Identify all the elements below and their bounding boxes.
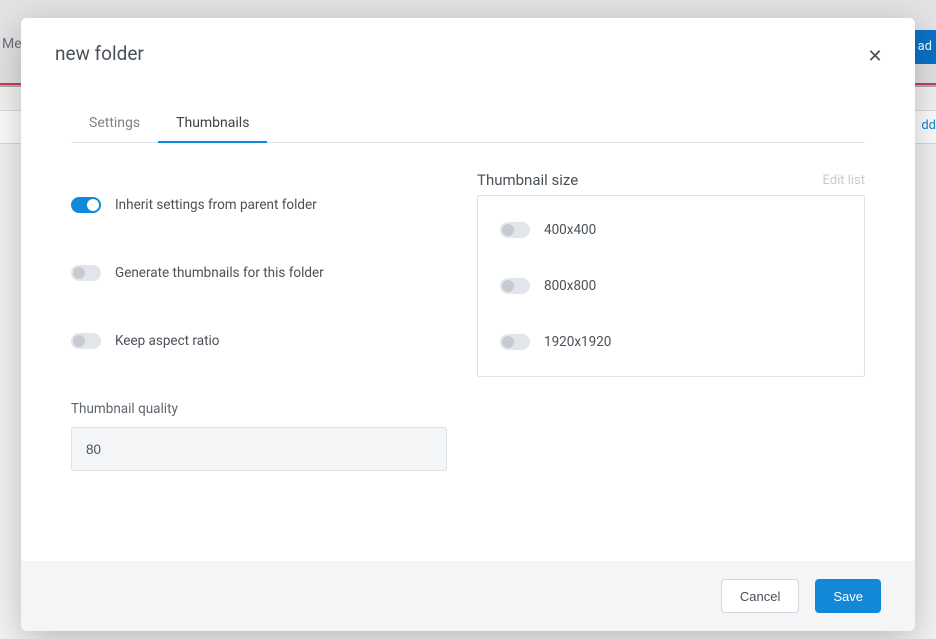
- keep-aspect-ratio-label: Keep aspect ratio: [115, 333, 219, 349]
- thumbnail-quality-label: Thumbnail quality: [71, 401, 447, 417]
- thumbnail-quality-input[interactable]: [71, 427, 447, 471]
- keep-aspect-ratio-row: Keep aspect ratio: [71, 333, 447, 349]
- edit-list-link[interactable]: Edit list: [822, 173, 865, 188]
- left-column: Inherit settings from parent folder Gene…: [71, 171, 447, 471]
- modal-footer: Cancel Save: [21, 561, 915, 631]
- keep-aspect-ratio-toggle[interactable]: [71, 333, 101, 349]
- tab-settings[interactable]: Settings: [71, 105, 158, 143]
- background-upload-button-fragment: ad: [914, 30, 936, 64]
- toggle-knob: [73, 267, 85, 279]
- toggle-knob: [502, 336, 514, 348]
- cancel-button[interactable]: Cancel: [721, 579, 799, 613]
- modal-body: Settings Thumbnails Inherit settings fro…: [21, 79, 915, 561]
- toggle-knob: [73, 335, 85, 347]
- size-label-1920: 1920x1920: [544, 334, 611, 350]
- close-icon: ✕: [867, 46, 882, 67]
- toggle-knob: [87, 199, 99, 211]
- modal-title: new folder: [55, 42, 881, 65]
- size-label-400: 400x400: [544, 222, 596, 238]
- tabs: Settings Thumbnails: [71, 105, 865, 143]
- inherit-settings-toggle[interactable]: [71, 197, 101, 213]
- generate-thumbnails-label: Generate thumbnails for this folder: [115, 265, 324, 281]
- size-toggle-1920[interactable]: [500, 334, 530, 350]
- save-button[interactable]: Save: [815, 579, 881, 613]
- size-toggle-400[interactable]: [500, 222, 530, 238]
- modal-header: new folder ✕: [21, 18, 915, 79]
- toggle-knob: [502, 224, 514, 236]
- right-column: Thumbnail size Edit list 400x400: [477, 171, 865, 471]
- size-toggle-800[interactable]: [500, 278, 530, 294]
- generate-thumbnails-toggle[interactable]: [71, 265, 101, 281]
- generate-thumbnails-row: Generate thumbnails for this folder: [71, 265, 447, 281]
- toggle-knob: [502, 280, 514, 292]
- thumbnail-size-header: Thumbnail size Edit list: [477, 171, 865, 189]
- inherit-settings-label: Inherit settings from parent folder: [115, 197, 317, 213]
- inherit-settings-row: Inherit settings from parent folder: [71, 197, 447, 213]
- tab-content: Inherit settings from parent folder Gene…: [71, 171, 865, 471]
- background-text-fragment: Me: [2, 36, 22, 52]
- folder-settings-modal: new folder ✕ Settings Thumbnails Inherit…: [21, 18, 915, 631]
- size-label-800: 800x800: [544, 278, 596, 294]
- background-add-link-fragment: dd: [921, 118, 936, 133]
- thumbnail-size-title: Thumbnail size: [477, 171, 578, 189]
- tab-thumbnails[interactable]: Thumbnails: [158, 105, 267, 143]
- thumbnail-size-list: 400x400 800x800 1920x1920: [477, 195, 865, 377]
- size-row-800: 800x800: [478, 258, 864, 314]
- size-row-400: 400x400: [478, 202, 864, 258]
- close-button[interactable]: ✕: [861, 42, 889, 70]
- size-row-1920: 1920x1920: [478, 314, 864, 370]
